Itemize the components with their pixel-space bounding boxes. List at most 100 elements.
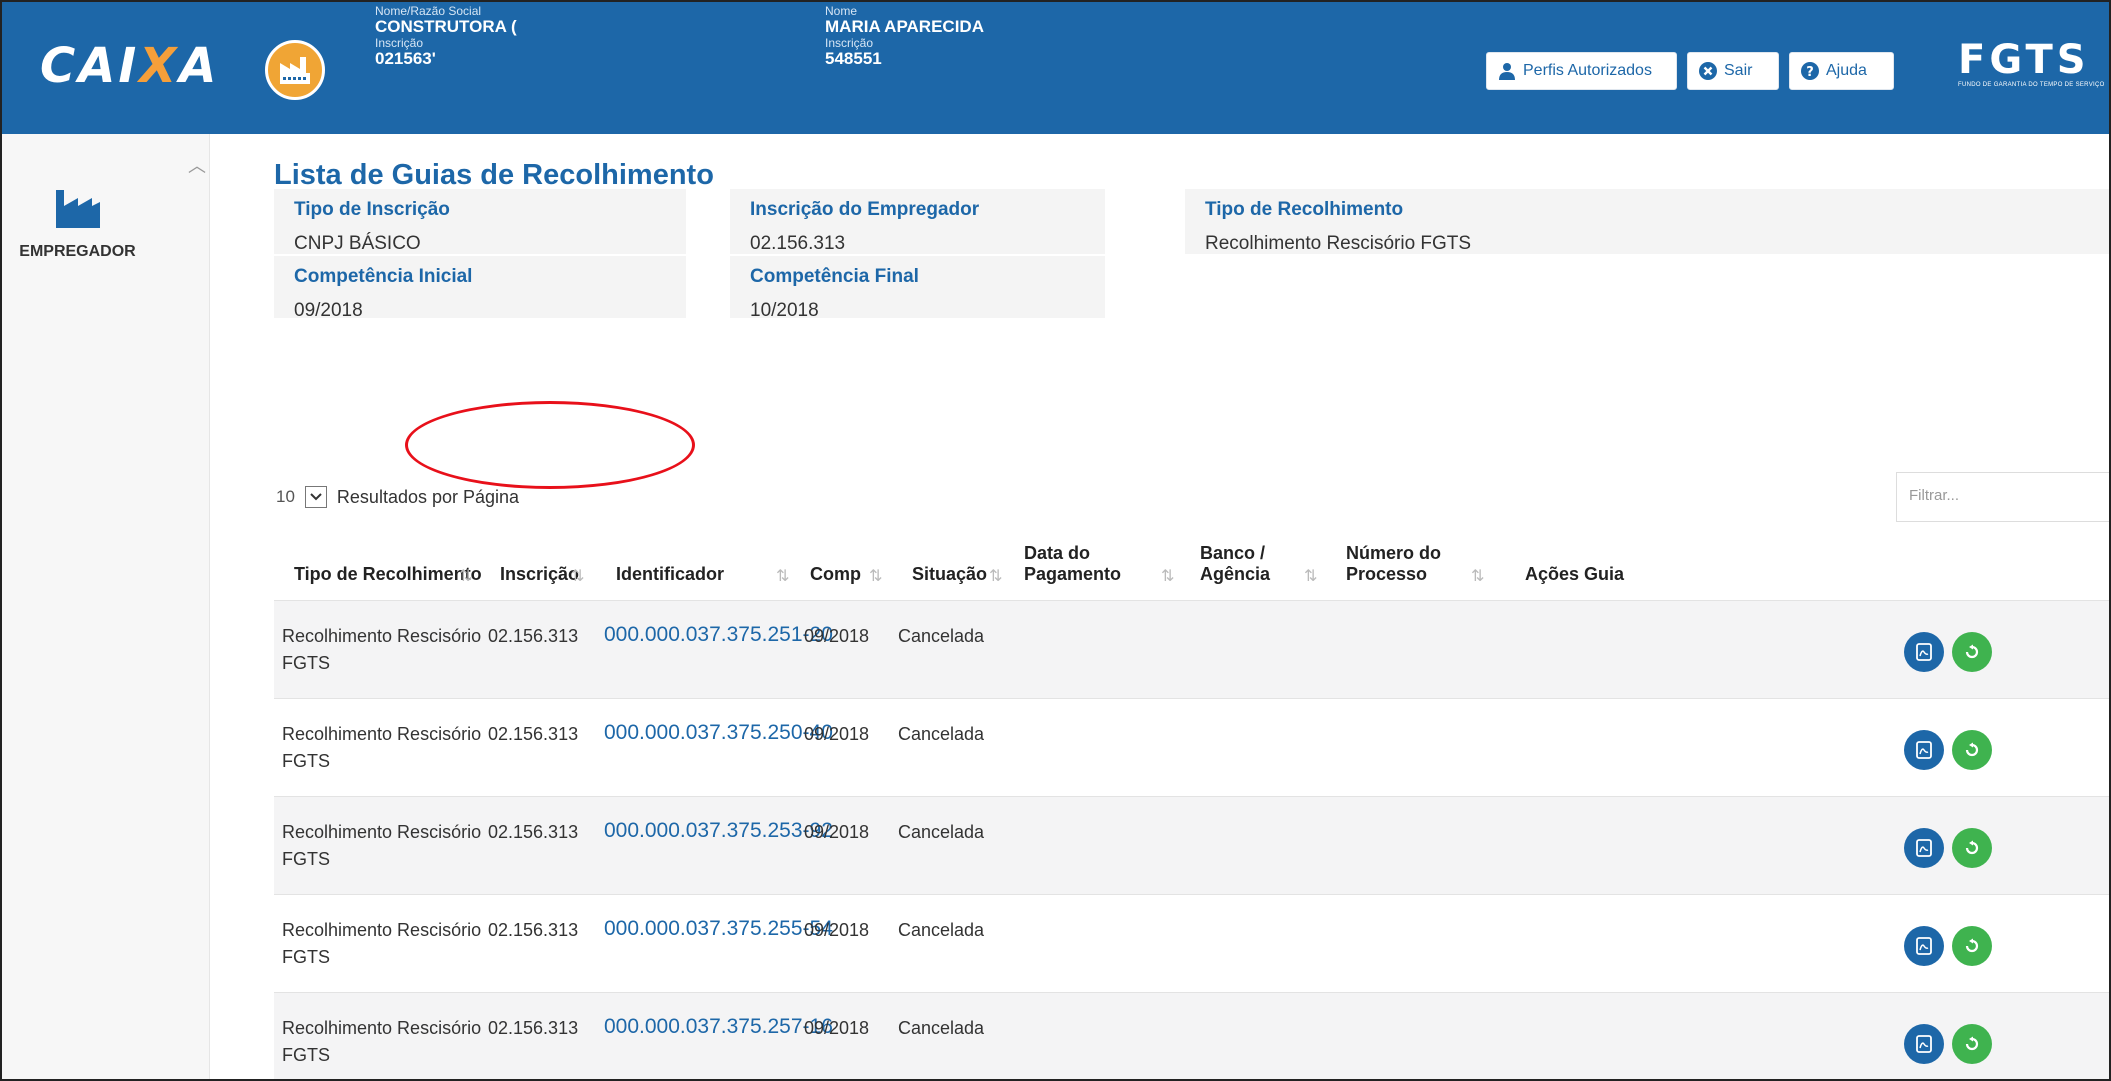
pdf-icon	[1916, 1035, 1932, 1053]
factory-icon	[280, 57, 310, 84]
redo-button[interactable]	[1952, 730, 1992, 770]
sort-icon[interactable]: ⇅	[1161, 566, 1174, 586]
cell-tipo: Recolhimento Rescisório FGTS	[282, 819, 481, 873]
sort-icon[interactable]: ⇅	[571, 566, 584, 586]
info-tipo-inscricao: Tipo de Inscrição CNPJ BÁSICO	[274, 189, 686, 254]
redo-icon	[1965, 742, 1979, 757]
redo-icon	[1965, 1036, 1979, 1051]
pdf-icon	[1916, 937, 1932, 955]
sidebar-item-empregador[interactable]: EMPREGADOR	[0, 184, 155, 261]
company-avatar	[265, 40, 325, 100]
sort-icon[interactable]: ⇅	[776, 566, 789, 586]
chevron-down-icon	[310, 493, 322, 501]
col-data-pagamento[interactable]: Data do Pagamento	[1024, 543, 1121, 586]
redo-button[interactable]	[1952, 632, 1992, 672]
cell-situacao: Cancelada	[898, 626, 985, 646]
col-banco-line2: Agência	[1200, 564, 1271, 585]
per-page-label: Resultados por Página	[336, 486, 520, 507]
col-identificador[interactable]: Identificador	[616, 564, 724, 586]
svg-text:?: ?	[1806, 65, 1814, 80]
cell-tipo-line2: FGTS	[282, 1045, 330, 1065]
info-label: Inscrição do Empregador	[750, 199, 980, 220]
perfis-autorizados-button[interactable]: Perfis Autorizados	[1486, 52, 1677, 90]
info-competencia-inicial: Competência Inicial 09/2018	[274, 256, 686, 321]
pdf-button[interactable]	[1904, 632, 1944, 672]
sort-icon[interactable]: ⇅	[869, 566, 882, 586]
col-comp[interactable]: Comp	[810, 564, 861, 586]
pdf-button[interactable]	[1904, 828, 1944, 868]
main-content: Lista de Guias de Recolhimento Tipo de I…	[210, 134, 2111, 1081]
annotation-ellipse	[405, 401, 695, 489]
pdf-button[interactable]	[1904, 926, 1944, 966]
ajuda-button[interactable]: ? Ajuda	[1789, 52, 1894, 90]
redo-icon	[1965, 938, 1979, 953]
person-name: MARIA APARECIDA	[825, 17, 984, 37]
perfis-label: Perfis Autorizados	[1523, 62, 1652, 79]
col-situacao[interactable]: Situação	[912, 564, 987, 586]
cell-tipo-line2: FGTS	[282, 751, 330, 771]
pdf-icon	[1916, 643, 1932, 661]
company-info: Nome/Razão Social CONSTRUTORA ( Inscriçã…	[375, 4, 517, 69]
pdf-icon	[1916, 839, 1932, 857]
person-info: Nome MARIA APARECIDA Inscrição 548551	[825, 4, 984, 69]
cell-identificador-link[interactable]: 000.000.037.375.257-16	[604, 1011, 833, 1043]
table-row: Recolhimento Rescisório FGTS 02.156.313 0…	[274, 796, 2111, 894]
redo-button[interactable]	[1952, 926, 1992, 966]
close-circle-icon	[1698, 61, 1718, 81]
per-page-select[interactable]	[304, 486, 327, 508]
col-numero-processo[interactable]: Número do Processo	[1346, 543, 1441, 586]
cell-tipo-line1: Recolhimento Rescisório	[282, 822, 482, 842]
sidebar: ︿ EMPREGADOR	[0, 134, 210, 1081]
filter-input[interactable]: Filtrar...	[1896, 472, 2111, 522]
info-label: Competência Inicial	[294, 266, 473, 287]
cell-identificador-link[interactable]: 000.000.037.375.255-54	[604, 913, 833, 945]
sort-icon[interactable]: ⇅	[1304, 566, 1317, 586]
cell-inscricao: 02.156.313	[488, 920, 579, 940]
company-insc: 021563'	[375, 49, 436, 69]
info-label: Tipo de Recolhimento	[1205, 199, 1404, 220]
cell-comp: 09/2018	[804, 626, 870, 646]
factory-icon	[55, 190, 100, 228]
col-data-pagamento-line2: Pagamento	[1024, 564, 1122, 585]
pdf-button[interactable]	[1904, 730, 1944, 770]
redo-button[interactable]	[1952, 1024, 1992, 1064]
cell-tipo: Recolhimento Rescisório FGTS	[282, 917, 481, 971]
cell-identificador-link[interactable]: 000.000.037.375.251-20	[604, 619, 833, 651]
cell-situacao: Cancelada	[898, 822, 985, 842]
cell-identificador-link[interactable]: 000.000.037.375.253-92	[604, 815, 833, 847]
sair-button[interactable]: Sair	[1687, 52, 1779, 90]
cell-comp: 09/2018	[804, 920, 870, 940]
col-processo-line2: Processo	[1346, 564, 1428, 585]
help-circle-icon: ?	[1800, 61, 1820, 81]
chevron-up-icon[interactable]: ︿	[188, 152, 206, 178]
redo-icon	[1965, 840, 1979, 855]
cell-inscricao: 02.156.313	[488, 1018, 579, 1038]
info-label: Tipo de Inscrição	[294, 199, 450, 220]
per-page-value: 10	[276, 487, 295, 506]
col-banco-line1: Banco /	[1200, 542, 1266, 563]
table-row: Recolhimento Rescisório FGTS 02.156.313 0…	[274, 894, 2111, 992]
redo-button[interactable]	[1952, 828, 1992, 868]
user-icon	[1497, 61, 1517, 81]
cell-tipo-line2: FGTS	[282, 947, 330, 967]
pdf-icon	[1916, 741, 1932, 759]
col-banco-agencia[interactable]: Banco / Agência	[1200, 543, 1270, 586]
cell-situacao: Cancelada	[898, 1018, 985, 1038]
col-inscricao[interactable]: Inscrição	[500, 564, 579, 586]
col-tipo-recolhimento[interactable]: Tipo de Recolhimento	[294, 564, 482, 586]
cell-tipo: Recolhimento Rescisório FGTS	[282, 721, 481, 775]
fgts-logo-subtitle: FUNDO DE GARANTIA DO TEMPO DE SERVIÇO	[1958, 82, 2105, 88]
table-body: Recolhimento Rescisório FGTS 02.156.313 0…	[274, 600, 2111, 1081]
person-insc: 548551	[825, 49, 882, 69]
sort-icon[interactable]: ⇅	[989, 566, 1002, 586]
col-data-pagamento-line1: Data do	[1024, 542, 1091, 563]
pdf-button[interactable]	[1904, 1024, 1944, 1064]
caixa-logo[interactable]: CAIXA	[40, 38, 219, 94]
cell-identificador-link[interactable]: 000.000.037.375.250-40	[604, 717, 833, 749]
sort-icon[interactable]: ⇅	[1471, 566, 1484, 586]
sort-icon[interactable]: ⇅	[459, 566, 472, 586]
cell-comp: 09/2018	[804, 1018, 870, 1038]
table-row: Recolhimento Rescisório FGTS 02.156.313 0…	[274, 600, 2111, 698]
table-row: Recolhimento Rescisório FGTS 02.156.313 0…	[274, 992, 2111, 1081]
page-title: Lista de Guias de Recolhimento	[274, 159, 714, 191]
